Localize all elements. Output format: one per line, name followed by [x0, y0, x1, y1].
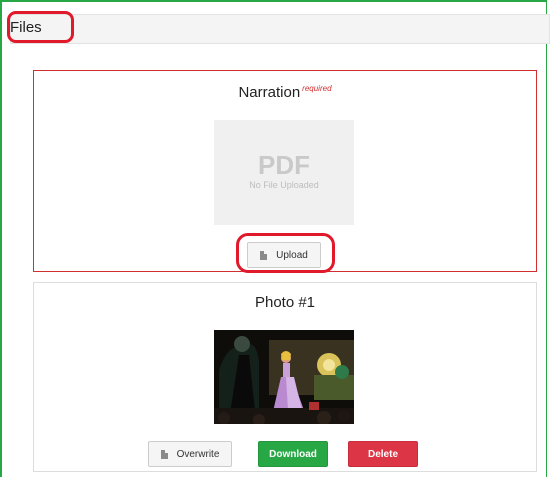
file-icon: [160, 449, 168, 459]
pdf-placeholder-text: No File Uploaded: [249, 180, 319, 190]
narration-title: Narration required: [33, 84, 537, 101]
overwrite-button-label: Overwrite: [176, 448, 220, 460]
files-header: [10, 14, 550, 44]
narration-title-text: Narration: [238, 84, 301, 101]
required-label: required: [302, 84, 332, 93]
photo-image: [214, 330, 354, 424]
photo-title: Photo #1: [254, 294, 316, 311]
overwrite-button[interactable]: Overwrite: [148, 441, 232, 467]
download-button[interactable]: Download: [258, 441, 328, 467]
files-title-highlight: [7, 11, 74, 43]
photo-thumbnail: [214, 330, 354, 424]
pdf-placeholder-type: PDF: [258, 150, 310, 180]
delete-button[interactable]: Delete: [348, 441, 418, 467]
upload-button-highlight: [236, 233, 335, 273]
narration-title-wrap: Narration required: [33, 0, 537, 101]
pdf-placeholder: PDF No File Uploaded: [214, 120, 354, 225]
